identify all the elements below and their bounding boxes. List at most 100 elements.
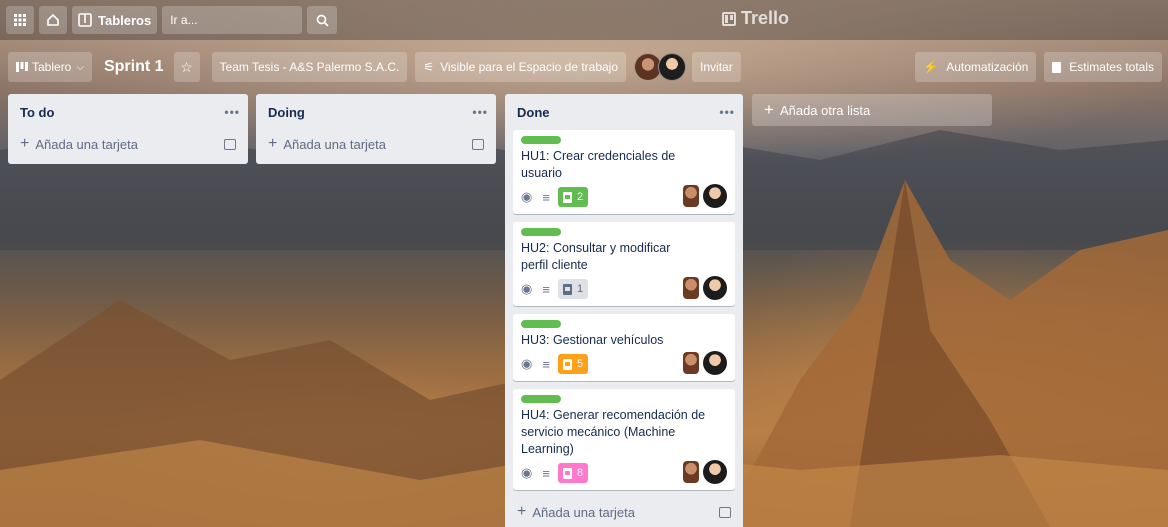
avatar[interactable]	[683, 185, 699, 207]
board-members	[634, 53, 687, 81]
home-icon	[47, 13, 59, 26]
eye-icon: ◉	[521, 356, 533, 371]
plus-icon: +	[268, 135, 278, 152]
card-label[interactable]	[521, 395, 561, 403]
card-members	[679, 460, 727, 484]
card-label[interactable]	[521, 136, 561, 144]
estimate-value: 5	[576, 358, 584, 370]
card-title: HU1: Crear credenciales de usuario	[521, 149, 676, 180]
add-card-button[interactable]: + Añada una tarjeta	[264, 130, 488, 158]
eye-icon: ◉	[521, 189, 533, 204]
apps-button[interactable]	[6, 6, 34, 34]
chevron-down-icon: ⌵	[76, 61, 84, 73]
visibility-button[interactable]: ⚟ Visible para el Espacio de trabajo	[415, 52, 627, 82]
estimate-icon	[562, 467, 572, 479]
plus-icon: +	[517, 503, 527, 520]
estimate-badge: 1	[557, 279, 589, 299]
list-title[interactable]: Doing	[268, 105, 305, 120]
add-list-button[interactable]: + Añada otra lista	[752, 94, 992, 126]
star-button[interactable]: ☆	[173, 52, 200, 82]
add-card-label: Añada una tarjeta	[532, 504, 635, 520]
estimate-icon	[562, 191, 572, 203]
estimate-icon	[562, 358, 572, 370]
avatar[interactable]	[703, 460, 727, 484]
card-title: HU4: Generar recomendación de servicio m…	[521, 408, 706, 456]
list-menu-icon[interactable]: •••	[224, 105, 240, 119]
card-hu2[interactable]: HU2: Consultar y modificar perfil client…	[513, 222, 735, 306]
grid-icon	[14, 14, 26, 26]
boards-button[interactable]: Tableros	[72, 6, 158, 34]
estimate-icon	[1052, 61, 1062, 73]
board-view-label: Tablero	[32, 60, 72, 74]
list-doing: Doing ••• + Añada una tarjeta	[256, 94, 496, 164]
add-card-label: Añada una tarjeta	[283, 136, 386, 152]
people-icon: ⚟	[423, 60, 435, 74]
board-icon	[78, 13, 92, 27]
card-title: HU3: Gestionar vehículos	[521, 333, 664, 347]
board-title[interactable]: Sprint 1	[104, 58, 164, 76]
search-icon	[316, 14, 329, 27]
search-input[interactable]: Ir a...	[162, 6, 303, 34]
avatar[interactable]	[683, 461, 699, 483]
boards-label: Tableros	[98, 12, 152, 28]
avatar[interactable]	[703, 184, 727, 208]
card-label[interactable]	[521, 320, 561, 328]
card-members	[679, 184, 727, 208]
invite-button[interactable]: Invitar	[692, 52, 741, 82]
card-members	[679, 276, 727, 300]
list-menu-icon[interactable]: •••	[472, 105, 488, 119]
trello-logo-text: Trello	[741, 8, 790, 28]
list-done: Done ••• HU1: Crear credenciales de usua…	[505, 94, 743, 527]
template-icon[interactable]	[719, 506, 731, 518]
eye-icon: ◉	[521, 465, 533, 480]
plus-icon: +	[20, 135, 30, 152]
home-button[interactable]	[39, 6, 67, 34]
add-card-button[interactable]: + Añada una tarjeta	[16, 130, 240, 158]
list-to-do: To do ••• + Añada una tarjeta	[8, 94, 248, 164]
description-icon: ≡	[542, 281, 550, 297]
board-view-switcher[interactable]: Tablero ⌵	[8, 52, 92, 82]
description-icon: ≡	[542, 356, 550, 372]
estimate-badge: 8	[557, 463, 589, 483]
estimate-icon	[562, 283, 572, 295]
card-members	[679, 351, 727, 375]
add-list-label: Añada otra lista	[779, 102, 871, 118]
template-icon[interactable]	[224, 138, 236, 150]
board-view-icon	[16, 62, 28, 72]
description-icon: ≡	[542, 465, 550, 481]
estimates-label: Estimates totals	[1069, 60, 1154, 74]
list-header: Done •••	[513, 94, 735, 130]
estimates-totals-button[interactable]: Estimates totals	[1044, 52, 1162, 82]
trello-logo[interactable]: Trello	[722, 8, 789, 29]
list-menu-icon[interactable]: •••	[719, 105, 735, 119]
list-title[interactable]: To do	[20, 105, 54, 120]
estimate-badge: 2	[557, 187, 589, 207]
list-header: To do •••	[16, 94, 240, 130]
estimate-value: 8	[576, 467, 584, 479]
card-hu1[interactable]: HU1: Crear credenciales de usuario ◉ ≡ 2	[513, 130, 735, 214]
add-card-label: Añada una tarjeta	[35, 136, 138, 152]
automation-button[interactable]: ⚡ Automatización	[915, 52, 1037, 82]
list-title[interactable]: Done	[517, 105, 550, 120]
eye-icon: ◉	[521, 281, 533, 296]
card-hu4[interactable]: HU4: Generar recomendación de servicio m…	[513, 389, 735, 490]
add-card-button[interactable]: + Añada una tarjeta	[513, 498, 735, 526]
avatar[interactable]	[683, 352, 699, 374]
card-title: HU2: Consultar y modificar perfil client…	[521, 241, 671, 272]
avatar[interactable]	[658, 53, 687, 81]
list-header: Doing •••	[264, 94, 488, 130]
board-header: Tablero ⌵ Sprint 1 ☆ Team Tesis - A&S Pa…	[0, 50, 1168, 84]
avatar[interactable]	[703, 351, 727, 375]
estimate-value: 2	[576, 191, 584, 203]
search-button[interactable]	[307, 6, 338, 34]
avatar[interactable]	[703, 276, 727, 300]
visibility-label: Visible para el Espacio de trabajo	[440, 60, 619, 74]
avatar[interactable]	[683, 277, 699, 299]
estimate-value: 1	[576, 283, 584, 295]
card-label[interactable]	[521, 228, 561, 236]
top-navigation-bar: Tableros Ir a... Trello	[0, 0, 1168, 40]
workspace-button[interactable]: Team Tesis - A&S Palermo S.A.C.	[211, 52, 408, 82]
plus-icon: +	[764, 100, 774, 119]
template-icon[interactable]	[472, 138, 484, 150]
card-hu3[interactable]: HU3: Gestionar vehículos ◉ ≡ 5	[513, 314, 735, 381]
